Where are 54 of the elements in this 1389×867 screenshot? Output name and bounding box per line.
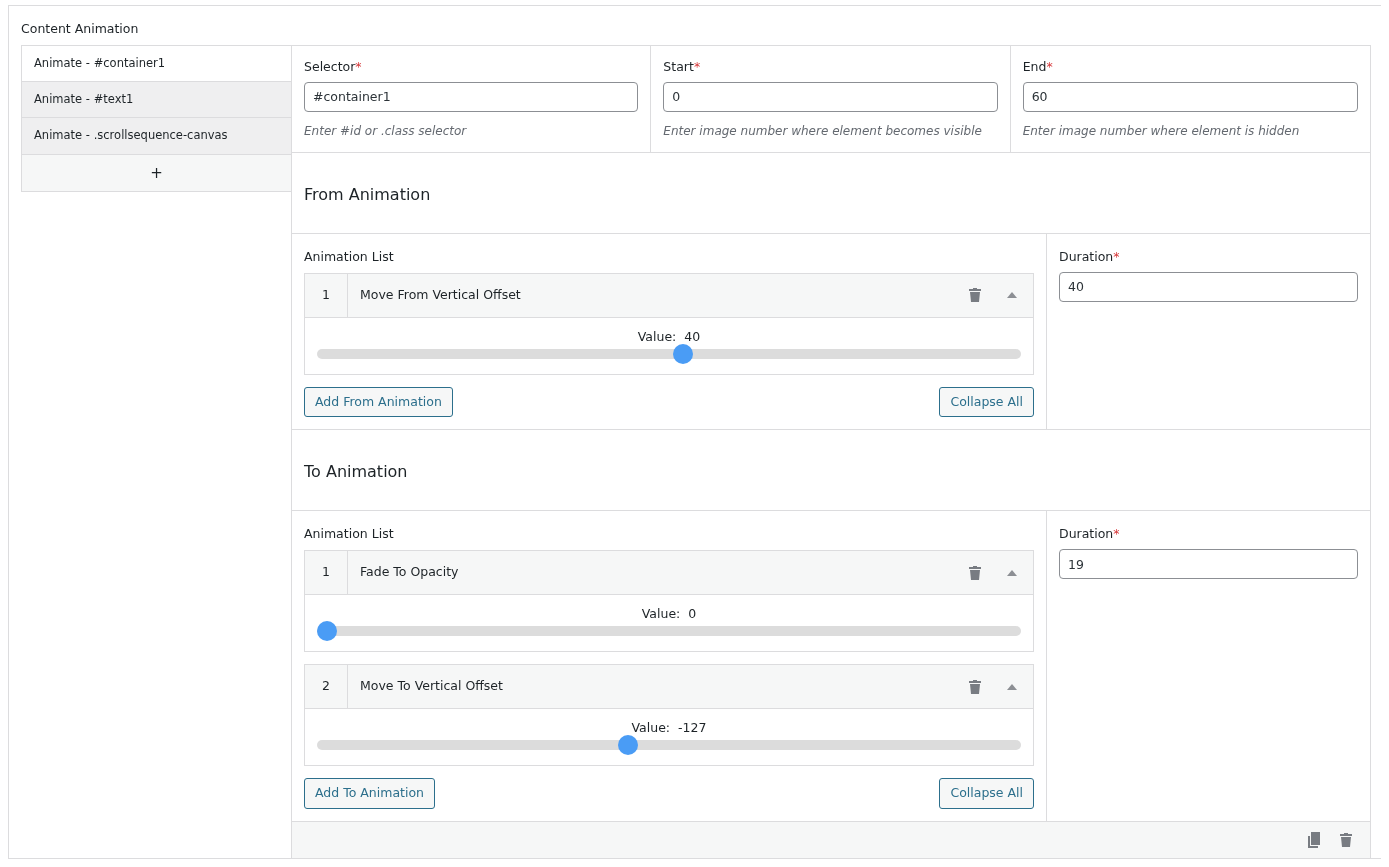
value-label: Value:: [641, 606, 681, 621]
field-label: Selector*: [304, 57, 362, 76]
item-title: Move To Vertical Offset: [360, 678, 503, 694]
sidebar-item[interactable]: Animate - #text1: [22, 82, 291, 119]
collapse-all-button[interactable]: Collapse All: [939, 386, 1034, 418]
value-reading: -127: [678, 720, 707, 735]
section-title: Content Animation: [21, 20, 139, 38]
duration-field[interactable]: 40: [1059, 271, 1358, 302]
value-slider[interactable]: [317, 735, 1021, 755]
list-label: Animation List: [304, 247, 394, 266]
item-title: Fade To Opacity: [360, 564, 459, 580]
duration-field[interactable]: 19: [1059, 549, 1358, 579]
trash-icon[interactable]: [967, 678, 983, 695]
value-label: Value:: [631, 720, 671, 735]
list-label: Animation List: [304, 525, 394, 544]
field-label: Duration*: [1059, 525, 1120, 544]
collapse-all-button[interactable]: Collapse All: [939, 778, 1034, 809]
value-reading: 40: [684, 328, 701, 344]
collapse-caret-icon[interactable]: [1007, 683, 1017, 690]
help-text: Enter image number where element becomes visible: [663, 122, 982, 140]
group-heading: From Animation: [304, 184, 431, 204]
value-label: Value:: [637, 328, 677, 344]
value-reading: 0: [688, 606, 697, 621]
slider-thumb[interactable]: [672, 343, 693, 364]
sidebar-item[interactable]: Animate - .scrollsequence-canvas: [22, 118, 291, 155]
trash-icon[interactable]: [967, 564, 983, 581]
slider-thumb[interactable]: [617, 735, 638, 755]
value-slider[interactable]: [317, 621, 1021, 641]
trash-icon[interactable]: [1338, 831, 1354, 848]
copy-icon[interactable]: [1306, 831, 1322, 848]
add-item-button[interactable]: +: [22, 154, 291, 191]
field-label: End*: [1022, 57, 1053, 76]
add-animation-button[interactable]: Add To Animation: [304, 778, 436, 809]
text-field[interactable]: #container1: [304, 81, 639, 112]
item-number: 1: [322, 563, 330, 582]
text-field[interactable]: 0: [663, 81, 998, 112]
collapse-caret-icon[interactable]: [1007, 292, 1017, 298]
add-animation-button[interactable]: Add From Animation: [304, 386, 453, 418]
accordion-header[interactable]: 1 Fade To Opacity: [305, 551, 1033, 594]
item-number: 2: [322, 677, 330, 696]
item-number: 1: [322, 285, 330, 304]
text-field[interactable]: 60: [1022, 81, 1358, 112]
help-text: Enter #id or .class selector: [304, 122, 467, 140]
field-label: Duration*: [1059, 247, 1120, 266]
item-title: Move From Vertical Offset: [360, 286, 521, 302]
accordion-header[interactable]: 2 Move To Vertical Offset: [305, 665, 1033, 708]
slider-thumb[interactable]: [317, 621, 337, 641]
value-slider[interactable]: [317, 343, 1021, 364]
field-label: Start*: [663, 57, 701, 76]
help-text: Enter image number where element is hidden: [1022, 122, 1300, 140]
accordion-header[interactable]: 1 Move From Vertical Offset: [305, 273, 1033, 317]
group-heading: To Animation: [304, 462, 408, 482]
trash-icon[interactable]: [967, 287, 983, 303]
collapse-caret-icon[interactable]: [1007, 569, 1017, 576]
